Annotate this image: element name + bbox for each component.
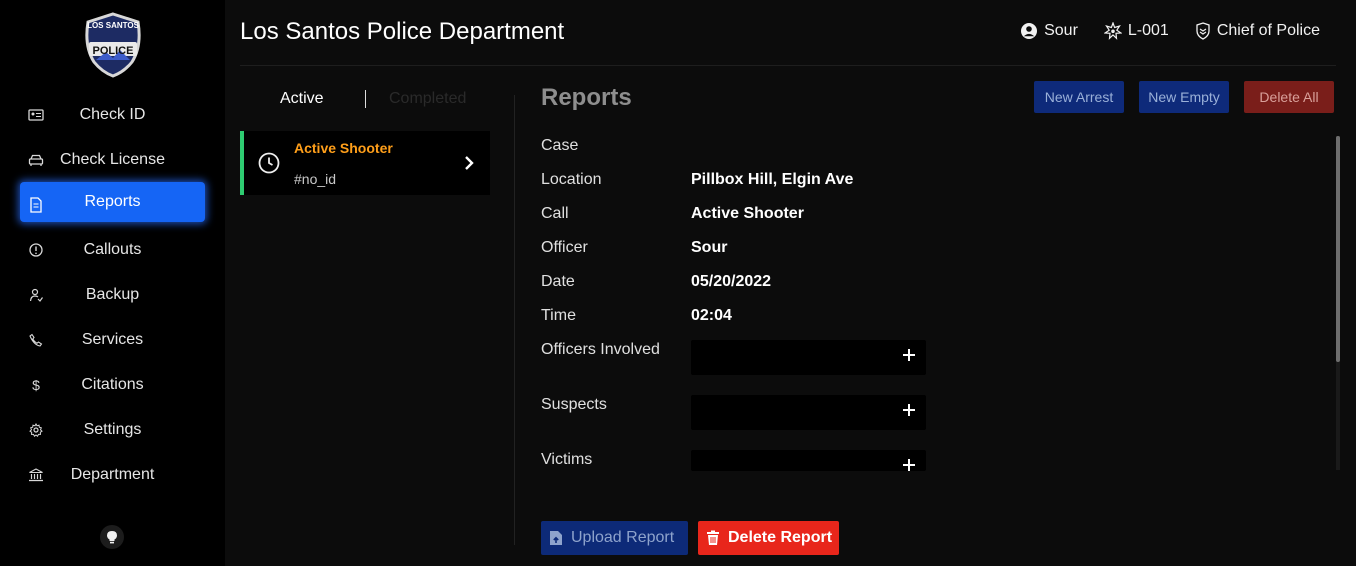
sidebar-item-check-license[interactable]: Check License <box>0 137 225 182</box>
lightbulb-button[interactable] <box>100 525 124 549</box>
sidebar-item-backup[interactable]: Backup <box>0 272 225 317</box>
logo-main-text: POLICE <box>92 45 134 57</box>
tab-separator <box>365 90 366 108</box>
sidebar-item-label: Services <box>81 330 144 348</box>
sidebar-nav: Check ID Check License Reports Callouts <box>0 92 225 497</box>
sidebar-item-citations[interactable]: $ Citations <box>0 362 225 407</box>
user-info: Sour L-001 Chief of Police <box>1020 22 1320 40</box>
clock-icon <box>258 152 280 179</box>
header: Los Santos Police Department Sour L-001 … <box>240 0 1336 66</box>
call-label: Call <box>541 205 569 222</box>
badge-star-icon <box>1103 22 1122 40</box>
sidebar-item-department[interactable]: Department <box>0 452 225 497</box>
officers-involved-label: Officers Involved <box>541 341 660 358</box>
user-circle-icon <box>1021 23 1038 39</box>
sidebar-item-reports[interactable]: Reports <box>0 182 225 227</box>
sidebar-item-settings[interactable]: Settings <box>0 407 225 452</box>
file-upload-icon <box>550 531 562 545</box>
rank-title: Chief of Police <box>1216 22 1320 39</box>
suspects-add-field[interactable] <box>691 395 926 430</box>
sidebar-item-callouts[interactable]: Callouts <box>0 227 225 272</box>
scrollbar-thumb[interactable] <box>1336 136 1340 362</box>
reports-heading: Reports <box>541 84 632 111</box>
upload-report-button[interactable]: Upload Report <box>541 521 688 555</box>
upload-report-label: Upload Report <box>571 529 675 546</box>
user-name: Sour <box>1044 22 1078 39</box>
time-value: 02:04 <box>691 307 732 324</box>
shield-rank-icon <box>1196 22 1210 40</box>
delete-report-button[interactable]: Delete Report <box>698 521 839 555</box>
victims-add-field[interactable] <box>691 450 926 471</box>
plus-icon[interactable] <box>902 458 916 471</box>
tab-completed[interactable]: Completed <box>389 90 466 108</box>
sidebar-item-label: Check ID <box>79 105 146 123</box>
sidebar-item-label: Department <box>70 465 155 483</box>
delete-report-label: Delete Report <box>728 529 833 546</box>
badge-number: L-001 <box>1127 22 1169 39</box>
call-value: Active Shooter <box>691 205 804 222</box>
report-list-item[interactable]: Active Shooter #no_id <box>240 131 490 195</box>
sidebar: LOS SANTOS POLICE Check ID Check License… <box>0 0 225 566</box>
sidebar-item-label: Check License <box>60 150 165 168</box>
new-empty-button[interactable]: New Empty <box>1139 81 1229 113</box>
date-label: Date <box>541 273 575 290</box>
sidebar-item-check-id[interactable]: Check ID <box>0 92 225 137</box>
lspd-logo: LOS SANTOS POLICE <box>80 12 146 78</box>
sidebar-item-services[interactable]: Services <box>0 317 225 362</box>
sidebar-item-label: Reports <box>84 193 141 210</box>
panel-divider <box>514 95 515 545</box>
chevron-right-icon <box>464 155 474 176</box>
case-label: Case <box>541 137 579 154</box>
sidebar-item-label: Settings <box>83 420 142 438</box>
officer-value: Sour <box>691 239 728 256</box>
time-label: Time <box>541 307 576 324</box>
logo-top-text: LOS SANTOS <box>87 21 139 30</box>
date-value: 05/20/2022 <box>691 273 772 290</box>
lightbulb-icon <box>107 531 117 544</box>
badge-number-item: L-001 <box>1103 22 1169 40</box>
report-item-id: #no_id <box>294 171 337 187</box>
victims-label: Victims <box>541 451 593 468</box>
location-value: Pillbox Hill, Elgin Ave <box>691 171 854 188</box>
sidebar-item-label: Backup <box>85 285 140 303</box>
delete-all-button[interactable]: Delete All <box>1244 81 1334 113</box>
location-label: Location <box>541 171 602 188</box>
officer-label: Officer <box>541 239 588 256</box>
trash-icon <box>707 530 719 545</box>
user-name-item: Sour <box>1020 22 1078 40</box>
page-title: Los Santos Police Department <box>240 18 565 45</box>
report-status-tabs: Active Completed <box>240 86 490 112</box>
plus-icon[interactable] <box>902 348 916 367</box>
officers-involved-add-field[interactable] <box>691 340 926 375</box>
suspects-label: Suspects <box>541 396 607 413</box>
plus-icon[interactable] <box>902 403 916 422</box>
sidebar-item-label: Citations <box>81 375 144 393</box>
rank-item: Chief of Police <box>1195 22 1320 40</box>
sidebar-item-label: Callouts <box>83 240 142 258</box>
tab-active[interactable]: Active <box>280 90 324 108</box>
new-arrest-button[interactable]: New Arrest <box>1034 81 1124 113</box>
report-item-title: Active Shooter <box>294 140 393 156</box>
